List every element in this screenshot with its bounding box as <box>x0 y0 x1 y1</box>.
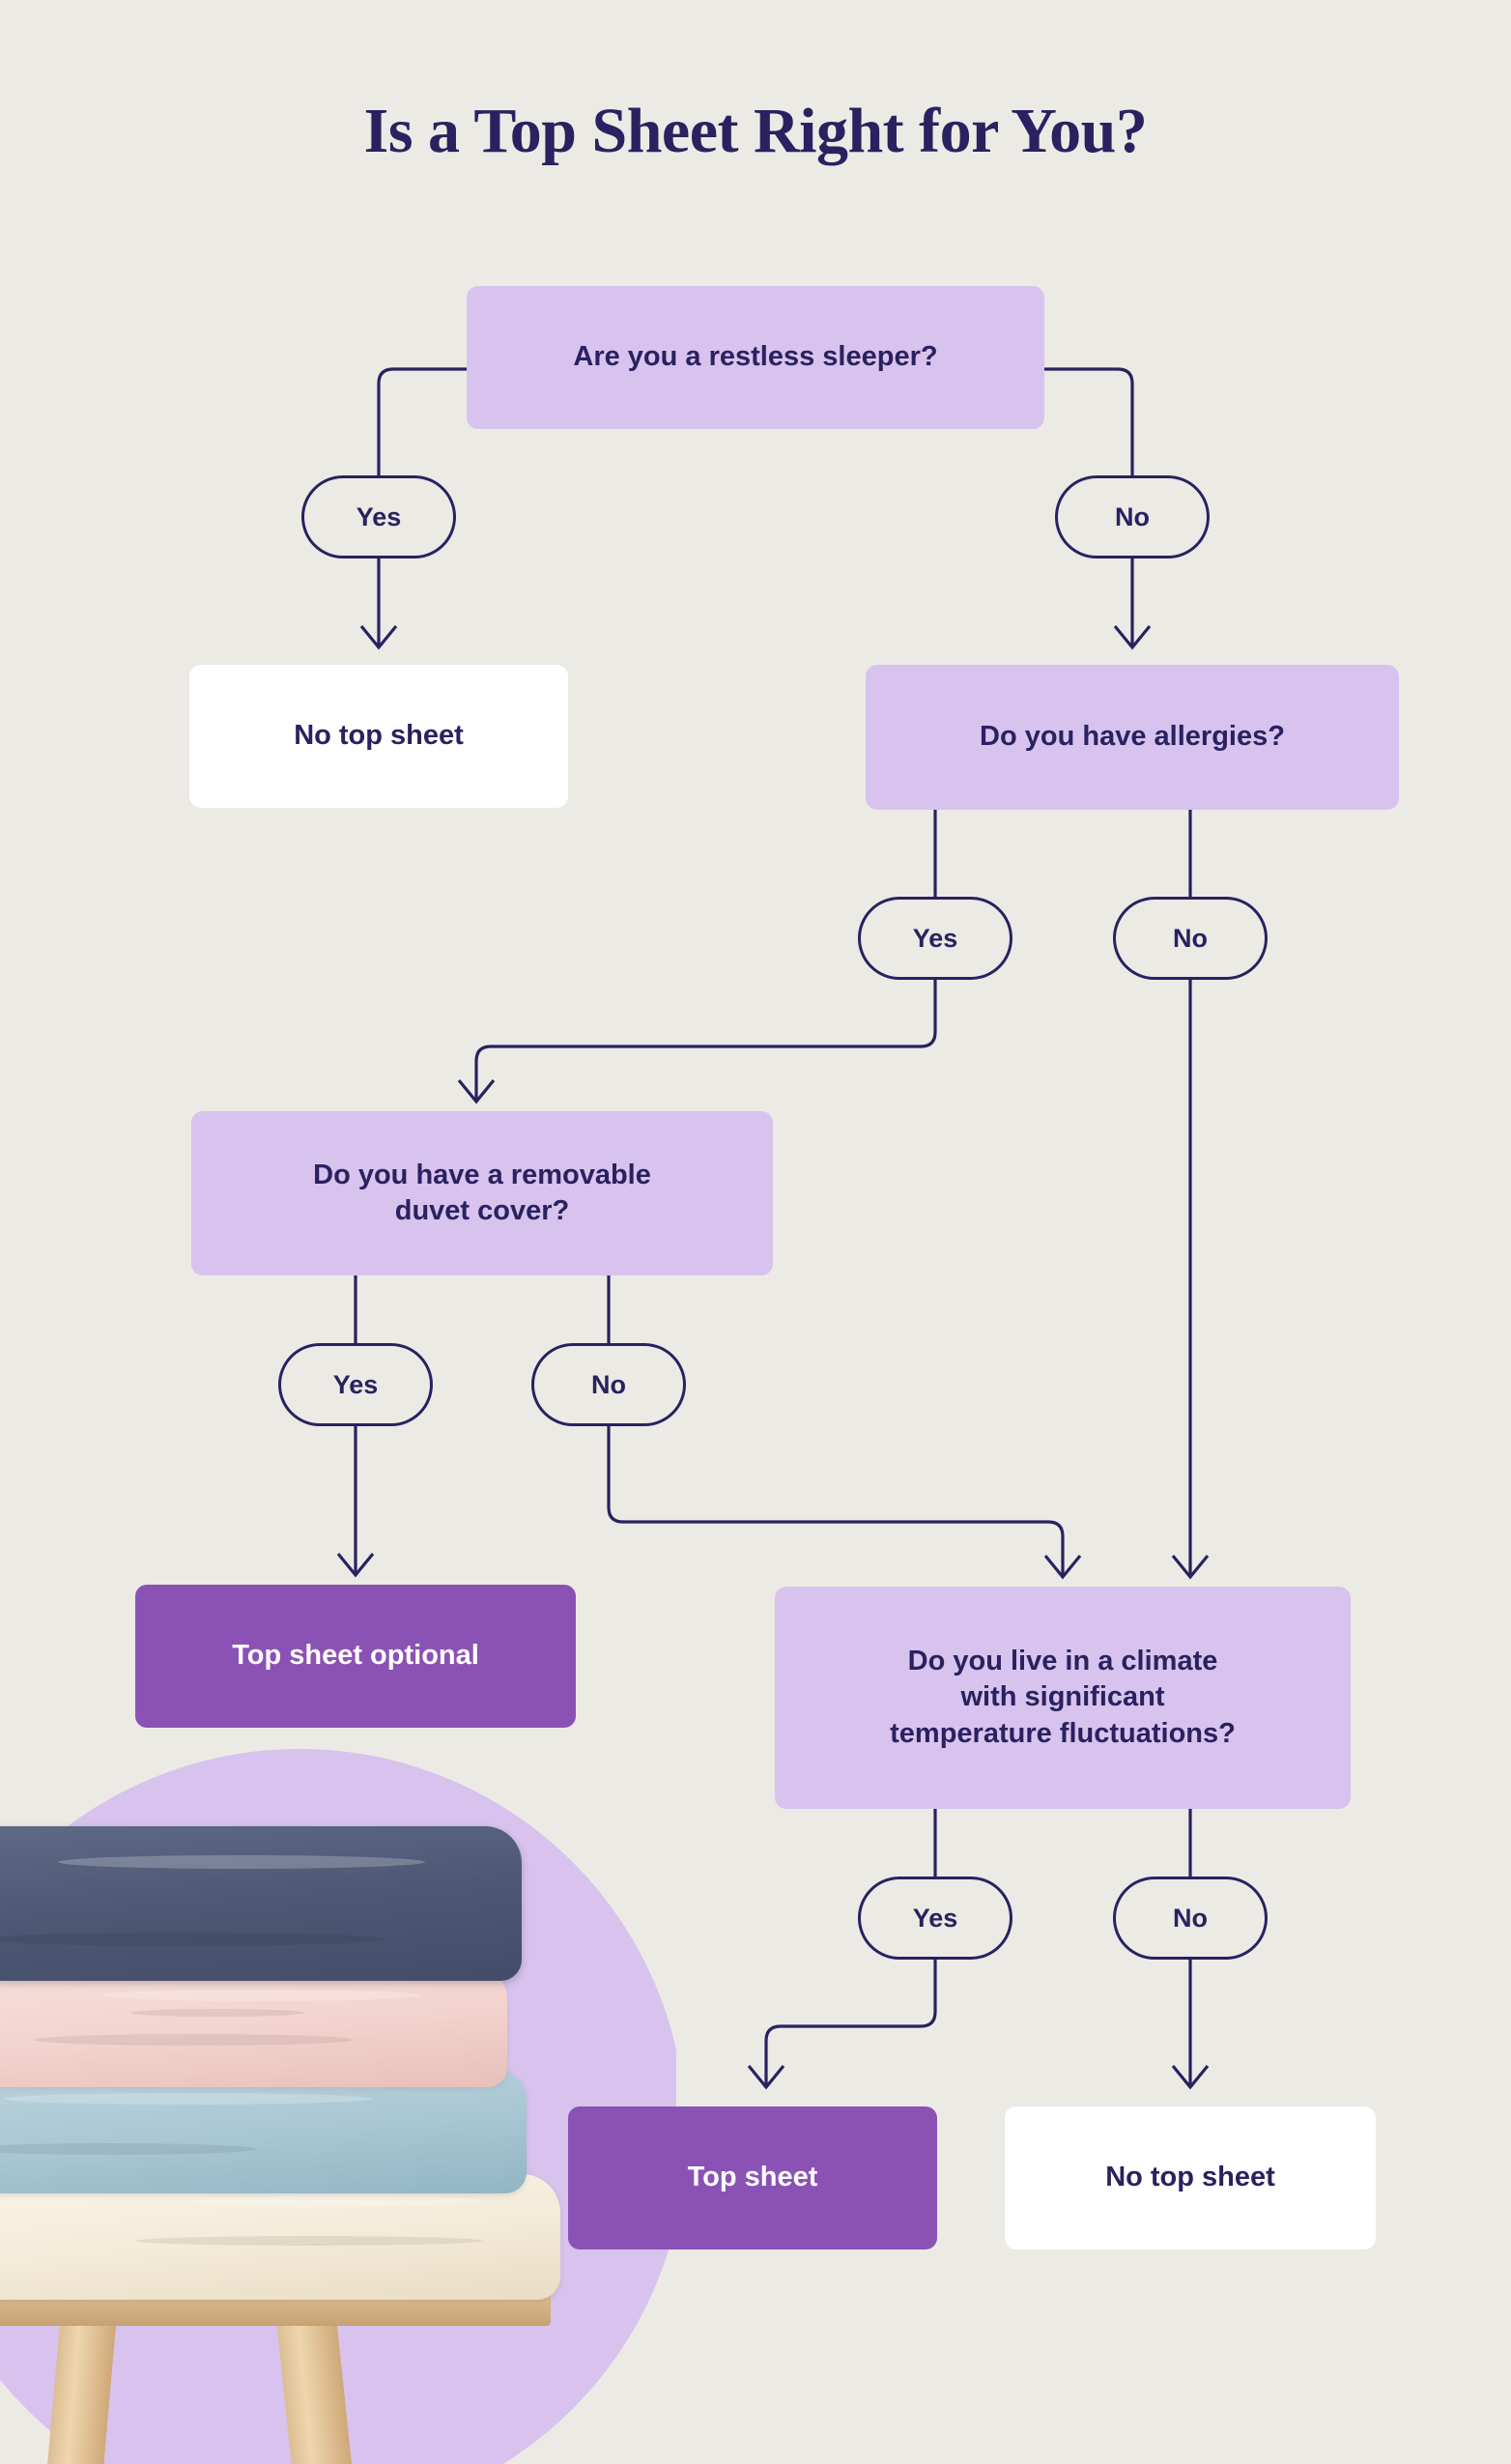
question-allergies-label: Do you have allergies? <box>980 721 1285 753</box>
branch-pill-climate-yes[interactable]: Yes <box>858 1877 1012 1960</box>
branch-pill-duvet-no[interactable]: No <box>531 1343 686 1426</box>
question-climate-line3: temperature fluctuations? <box>890 1717 1236 1749</box>
branch-pill-allergies-yes-label: Yes <box>912 923 958 953</box>
infographic-canvas: Is a Top Sheet Right for You? Are you a … <box>0 0 1511 2464</box>
branch-pill-duvet-yes[interactable]: Yes <box>278 1343 433 1426</box>
branch-pill-restless-no-label: No <box>1115 501 1150 531</box>
branch-pill-climate-no[interactable]: No <box>1113 1877 1268 1960</box>
result-no-top-sheet-2[interactable]: No top sheet <box>1005 2106 1376 2249</box>
branch-pill-restless-yes-label: Yes <box>356 501 402 531</box>
result-no-top-sheet-1[interactable]: No top sheet <box>189 665 568 808</box>
branch-pill-climate-no-label: No <box>1173 1903 1208 1933</box>
branch-pill-allergies-yes[interactable]: Yes <box>858 897 1012 980</box>
branch-pill-restless-yes[interactable]: Yes <box>301 475 456 559</box>
question-restless-sleeper[interactable]: Are you a restless sleeper? <box>467 286 1044 429</box>
branch-pill-climate-yes-label: Yes <box>912 1903 958 1933</box>
folded-sheet-light-blue <box>0 2068 527 2193</box>
edge-restless-to-yes <box>377 367 467 475</box>
result-top-sheet-label: Top sheet <box>687 2162 818 2193</box>
result-no-top-sheet-2-label: No top sheet <box>1105 2162 1275 2193</box>
folded-sheet-blush <box>0 1966 507 2087</box>
branch-pill-allergies-no[interactable]: No <box>1113 897 1268 980</box>
sheet-stack-photo <box>0 1720 676 2464</box>
question-duvet-cover-line1: Do you have a removable <box>313 1159 651 1190</box>
branch-pill-duvet-yes-label: Yes <box>332 1369 379 1399</box>
edge-restless-to-no <box>1044 367 1134 475</box>
edge-duvet-no-to-climate <box>607 1426 1065 1577</box>
result-no-top-sheet-1-label: No top sheet <box>294 720 464 752</box>
folded-sheet-navy <box>0 1826 522 1981</box>
result-top-sheet[interactable]: Top sheet <box>568 2106 937 2249</box>
stool-leg-left <box>45 2316 117 2464</box>
stool-leg-right <box>276 2316 354 2464</box>
question-duvet-cover-line2: duvet cover? <box>394 1195 570 1226</box>
branch-pill-allergies-no-label: No <box>1173 923 1208 953</box>
question-climate-line2: with significant <box>960 1681 1165 1713</box>
folded-sheet-cream <box>0 2174 560 2300</box>
branch-pill-restless-no[interactable]: No <box>1055 475 1210 559</box>
question-climate[interactable]: Do you live in a climate with significan… <box>775 1587 1351 1809</box>
result-top-sheet-optional[interactable]: Top sheet optional <box>135 1585 576 1728</box>
branch-pill-duvet-no-label: No <box>591 1369 626 1399</box>
page-title: Is a Top Sheet Right for You? <box>363 96 1148 166</box>
question-duvet-cover[interactable]: Do you have a removable duvet cover? <box>191 1111 773 1275</box>
result-top-sheet-optional-label: Top sheet optional <box>232 1640 479 1672</box>
edge-allergies-yes-to-duvet <box>474 980 937 1102</box>
question-allergies[interactable]: Do you have allergies? <box>866 665 1399 810</box>
stool-seat <box>0 2285 551 2326</box>
edge-climate-yes-to-top-sheet <box>764 1960 937 2087</box>
question-climate-line1: Do you live in a climate <box>907 1646 1218 1677</box>
question-restless-sleeper-label: Are you a restless sleeper? <box>573 341 938 373</box>
